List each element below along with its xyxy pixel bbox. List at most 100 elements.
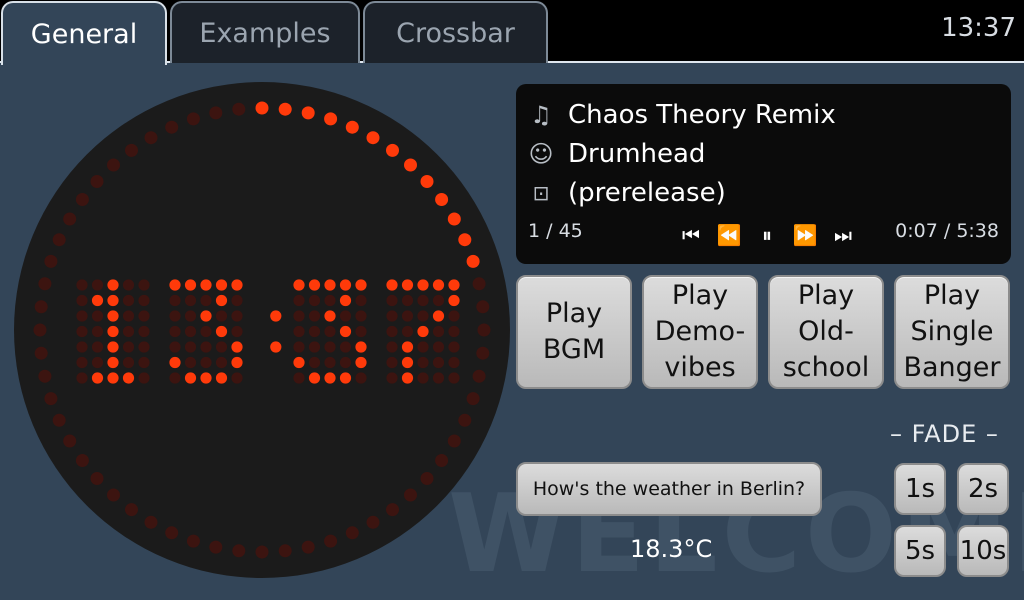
play-bgm-button[interactable]: Play BGM	[516, 275, 632, 389]
led-dot	[324, 356, 336, 369]
play-single-banger-button[interactable]: Play Single Banger	[894, 275, 1010, 389]
led-dot	[107, 294, 119, 307]
led-dot	[76, 325, 88, 338]
fade-5s-button[interactable]: 5s	[894, 525, 946, 577]
led-dot	[355, 341, 367, 353]
led-dot	[122, 310, 135, 322]
tab-crossbar[interactable]: Crossbar	[363, 1, 548, 63]
led-dot	[417, 325, 429, 338]
second-dot	[90, 472, 104, 485]
second-dot	[209, 106, 223, 120]
second-dot	[447, 434, 461, 448]
led-dot	[231, 294, 243, 307]
led-dot	[293, 341, 305, 353]
led-dot	[432, 325, 445, 338]
fade-2s-button[interactable]: 2s	[957, 463, 1009, 515]
led-dot	[432, 372, 445, 384]
second-dot	[476, 300, 490, 314]
second-dot	[52, 413, 66, 427]
led-dot	[386, 356, 398, 369]
led-dot	[339, 310, 352, 322]
pause-icon[interactable]: ⏸	[748, 220, 786, 250]
led-dot	[417, 279, 429, 291]
led-dot	[308, 372, 321, 384]
led-dot	[107, 310, 119, 322]
led-dot	[122, 279, 135, 291]
second-dot	[90, 175, 104, 188]
second-dot	[186, 534, 200, 548]
led-dot	[138, 325, 150, 338]
fade-1s-button[interactable]: 1s	[894, 463, 946, 515]
led-dot	[324, 310, 336, 322]
led-dot	[76, 294, 88, 307]
disc-icon: ⊡	[532, 181, 550, 205]
led-dot	[138, 356, 150, 369]
second-dot	[301, 540, 315, 554]
second-dot	[477, 323, 491, 337]
fast-forward-icon[interactable]: ⏩	[786, 220, 824, 250]
led-dot	[355, 372, 367, 384]
led-dot	[401, 294, 414, 307]
track-album-row: ⊡ (prerelease)	[528, 174, 726, 212]
second-dot	[476, 346, 490, 360]
second-dot	[33, 323, 47, 337]
led-dot	[169, 310, 181, 322]
led-dot	[448, 356, 460, 369]
weather-berlin-button[interactable]: How's the weather in Berlin?	[516, 462, 822, 516]
second-dot	[209, 540, 223, 554]
fade-10s-button[interactable]: 10s	[957, 525, 1009, 577]
led-dot	[91, 279, 104, 291]
led-dot	[417, 341, 429, 353]
led-dot	[231, 372, 243, 384]
led-dot	[293, 279, 305, 291]
second-dot	[44, 392, 58, 406]
second-dot	[144, 515, 158, 529]
led-dot	[339, 279, 352, 291]
second-dot	[75, 454, 89, 467]
play-demovibes-button[interactable]: Play Demo- vibes	[642, 275, 758, 389]
led-dot	[215, 372, 228, 384]
led-dot	[200, 279, 212, 291]
led-dot	[432, 294, 445, 307]
previous-track-icon[interactable]: ⏮	[672, 220, 710, 250]
fade-label: – FADE –	[890, 420, 999, 448]
second-dot	[386, 503, 399, 517]
status-time: 13:37	[941, 13, 1016, 43]
second-dot	[386, 143, 399, 157]
play-oldschool-button[interactable]: Play Old- school	[768, 275, 884, 389]
second-dot	[435, 454, 449, 467]
led-dot	[324, 279, 336, 291]
track-album: (prerelease)	[568, 178, 726, 208]
second-dot	[34, 346, 48, 360]
led-dot	[417, 356, 429, 369]
led-dot	[200, 310, 212, 322]
tab-bar: General Examples Crossbar 13:37	[0, 0, 1024, 65]
tab-general[interactable]: General	[1, 1, 167, 65]
led-dot	[339, 356, 352, 369]
led-dot	[215, 341, 228, 353]
led-dot	[401, 325, 414, 338]
led-dot	[107, 372, 119, 384]
led-dot	[122, 325, 135, 338]
led-dot	[76, 279, 88, 291]
led-dot	[401, 310, 414, 322]
second-dot	[366, 515, 380, 529]
led-dot	[231, 356, 243, 369]
temperature-readout: 18.3°C	[630, 535, 713, 563]
led-dot	[270, 341, 282, 353]
tab-examples[interactable]: Examples	[170, 1, 360, 63]
track-counter: 1 / 45	[528, 220, 583, 242]
led-dot	[308, 325, 321, 338]
led-dot	[138, 279, 150, 291]
second-dot	[345, 120, 359, 134]
second-dot	[255, 101, 269, 115]
rewind-icon[interactable]: ⏪	[710, 220, 748, 250]
led-dot	[308, 356, 321, 369]
led-dot	[386, 279, 398, 291]
elapsed-time: 0:07 / 5:38	[895, 220, 999, 242]
second-dot	[107, 488, 120, 502]
led-clock	[14, 82, 510, 578]
led-dot	[401, 356, 414, 369]
second-dot	[144, 131, 158, 145]
next-track-icon[interactable]: ⏭	[824, 220, 862, 250]
